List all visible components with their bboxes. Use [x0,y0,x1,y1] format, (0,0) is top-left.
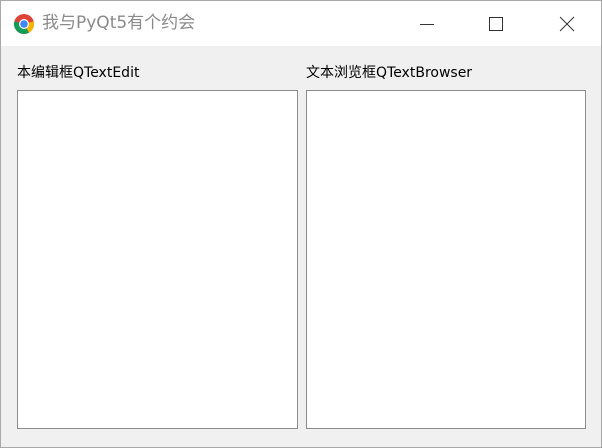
text-edit-field[interactable] [17,90,298,429]
app-window: 我与PyQt5有个约会 本编辑框QTextEdit 文本浏览框QTextBrow… [0,0,602,448]
text-browser-label: 文本浏览框QTextBrowser [306,65,473,81]
minimize-icon [420,23,434,25]
maximize-icon [489,16,503,31]
text-edit-label: 本编辑框QTextEdit [17,65,140,81]
close-button[interactable] [544,1,590,46]
maximize-button[interactable] [473,1,519,46]
minimize-button[interactable] [404,1,450,46]
close-icon [559,16,575,31]
title-bar[interactable]: 我与PyQt5有个约会 [1,1,601,46]
window-title: 我与PyQt5有个约会 [42,13,196,33]
text-browser-view[interactable] [306,90,586,429]
chrome-icon [13,14,35,34]
